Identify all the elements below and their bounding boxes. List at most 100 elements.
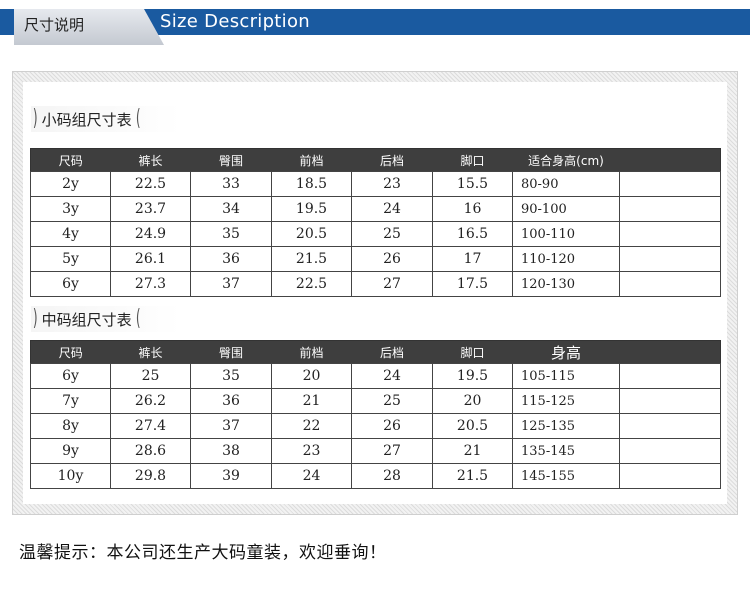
medium-group-title: 中码组尺寸表: [41, 310, 132, 329]
table-header-row: 尺码 裤长 臀围 前档 后档 脚口 适合身高(cm): [30, 148, 721, 172]
table-cell: [619, 388, 721, 414]
footer-note: 温馨提示：本公司还生产大码童装，欢迎垂询！: [19, 543, 387, 563]
table-cell: [619, 271, 721, 297]
table-cell: 20: [271, 363, 352, 389]
table-cell: 39: [190, 463, 272, 489]
size-chart-panel: ) 小码组尺寸表 ( 尺码 裤长 臀围 前档 后档 脚口 适合身高(cm) 2y…: [23, 82, 727, 504]
table-cell: 21: [271, 388, 352, 414]
table-cell: 36: [190, 246, 272, 272]
table-row: 9y 28.6 38 23 27 21 135-145: [30, 438, 721, 464]
small-group-title: 小码组尺寸表: [41, 110, 132, 129]
table-cell: [619, 171, 721, 197]
table-cell: 26: [351, 246, 433, 272]
table-cell: 105-115: [512, 363, 620, 389]
table-cell: 33: [190, 171, 272, 197]
table-cell: 18.5: [271, 171, 352, 197]
table-cell: 20: [432, 388, 513, 414]
table-cell: 125-135: [512, 413, 620, 439]
table-row: 8y 27.4 37 22 26 20.5 125-135: [30, 413, 721, 439]
table-cell: 135-145: [512, 438, 620, 464]
table-cell: 27: [351, 271, 433, 297]
table-cell: 80-90: [512, 171, 620, 197]
table-cell: [619, 363, 721, 389]
bracket-right-icon: (: [135, 306, 141, 331]
table-row: 7y 26.2 36 21 25 20 115-125: [30, 388, 721, 414]
table-cell: 36: [190, 388, 272, 414]
column-header: 臀围: [190, 340, 272, 364]
column-header: 前档: [271, 340, 352, 364]
table-row: 6y 25 35 20 24 19.5 105-115: [30, 363, 721, 389]
table-cell: 4y: [30, 221, 111, 247]
table-cell: 24: [351, 363, 433, 389]
table-cell: 110-120: [512, 246, 620, 272]
table-cell: 20.5: [432, 413, 513, 439]
table-cell: 100-110: [512, 221, 620, 247]
table-cell: 37: [190, 271, 272, 297]
table-cell: 21.5: [271, 246, 352, 272]
table-cell: 23: [351, 171, 433, 197]
column-header: 臀围: [190, 148, 272, 172]
table-row: 6y 27.3 37 22.5 27 17.5 120-130: [30, 271, 721, 297]
column-header: 尺码: [30, 340, 111, 364]
table-cell: [619, 196, 721, 222]
table-cell: 6y: [30, 271, 111, 297]
table-cell: 26.1: [110, 246, 191, 272]
small-group-label: ) 小码组尺寸表 (: [31, 106, 181, 132]
column-header: [619, 340, 721, 364]
size-chart-frame: ) 小码组尺寸表 ( 尺码 裤长 臀围 前档 后档 脚口 适合身高(cm) 2y…: [12, 71, 738, 515]
table-cell: 19.5: [432, 363, 513, 389]
table-cell: 115-125: [512, 388, 620, 414]
header-banner: 尺寸说明 Size Description: [0, 9, 750, 45]
table-cell: 25: [351, 221, 433, 247]
table-cell: 7y: [30, 388, 111, 414]
table-cell: 27.4: [110, 413, 191, 439]
table-cell: 19.5: [271, 196, 352, 222]
table-cell: 27: [351, 438, 433, 464]
table-cell: 17.5: [432, 271, 513, 297]
bracket-left-icon: ): [32, 306, 38, 331]
table-cell: 24: [271, 463, 352, 489]
table-cell: 5y: [30, 246, 111, 272]
column-header: 脚口: [432, 340, 513, 364]
table-row: 2y 22.5 33 18.5 23 15.5 80-90: [30, 171, 721, 197]
table-row: 10y 29.8 39 24 28 21.5 145-155: [30, 463, 721, 489]
table-cell: 6y: [30, 363, 111, 389]
bracket-right-icon: (: [135, 106, 141, 131]
banner-title-cn: 尺寸说明: [24, 16, 85, 34]
table-cell: [619, 246, 721, 272]
table-cell: 25: [110, 363, 191, 389]
table-cell: 90-100: [512, 196, 620, 222]
table-cell: 20.5: [271, 221, 352, 247]
column-header: 后档: [351, 148, 433, 172]
table-cell: 9y: [30, 438, 111, 464]
column-header: 适合身高(cm): [512, 148, 620, 172]
table-cell: 23.7: [110, 196, 191, 222]
table-row: 3y 23.7 34 19.5 24 16 90-100: [30, 196, 721, 222]
table-cell: 16: [432, 196, 513, 222]
table-cell: 16.5: [432, 221, 513, 247]
medium-group-label: ) 中码组尺寸表 (: [31, 306, 181, 332]
column-header: 身高: [512, 340, 620, 364]
table-row: 4y 24.9 35 20.5 25 16.5 100-110: [30, 221, 721, 247]
bracket-left-icon: ): [32, 106, 38, 131]
table-cell: 23: [271, 438, 352, 464]
table-row: 5y 26.1 36 21.5 26 17 110-120: [30, 246, 721, 272]
small-group-table: 尺码 裤长 臀围 前档 后档 脚口 适合身高(cm) 2y 22.5 33 18…: [30, 148, 721, 297]
table-cell: 21.5: [432, 463, 513, 489]
table-cell: 22: [271, 413, 352, 439]
table-cell: 28: [351, 463, 433, 489]
table-cell: 22.5: [271, 271, 352, 297]
table-cell: 26.2: [110, 388, 191, 414]
table-cell: 120-130: [512, 271, 620, 297]
table-cell: 24.9: [110, 221, 191, 247]
column-header: [619, 148, 721, 172]
table-cell: 15.5: [432, 171, 513, 197]
table-cell: 38: [190, 438, 272, 464]
column-header: 脚口: [432, 148, 513, 172]
table-cell: 8y: [30, 413, 111, 439]
banner-title-en: Size Description: [160, 11, 310, 32]
table-cell: [619, 413, 721, 439]
table-cell: [619, 463, 721, 489]
column-header: 后档: [351, 340, 433, 364]
table-cell: 145-155: [512, 463, 620, 489]
